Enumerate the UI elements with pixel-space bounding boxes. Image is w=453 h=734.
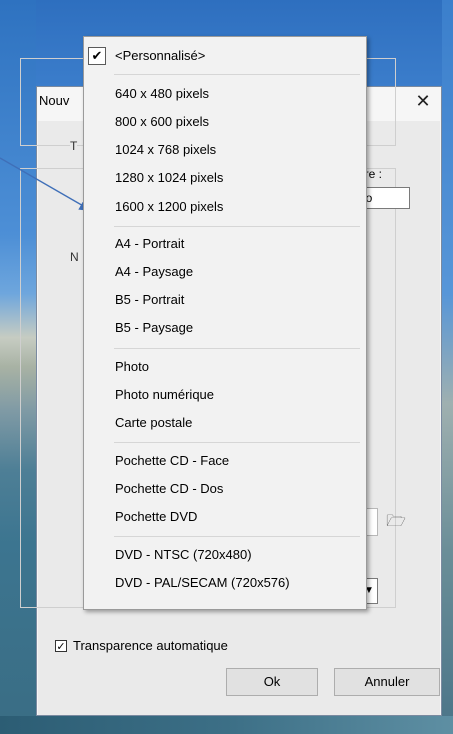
menu-item-800x600[interactable]: 800 x 600 pixels [115,109,209,135]
cancel-button[interactable]: Annuler [334,668,440,696]
checkmark-icon: ✔ [88,47,106,65]
menu-item-b5-landscape[interactable]: B5 - Paysage [115,315,193,341]
menu-item-cd-back[interactable]: Pochette CD - Dos [115,476,223,502]
menu-item-b5-portrait[interactable]: B5 - Portrait [115,287,184,313]
ok-button[interactable]: Ok [226,668,318,696]
menu-item-1600x1200[interactable]: 1600 x 1200 pixels [115,194,223,220]
close-icon[interactable]: ✕ [411,89,435,113]
menu-item-1024x768[interactable]: 1024 x 768 pixels [115,137,216,163]
options-group-title: N [70,250,79,264]
menu-item-640x480[interactable]: 640 x 480 pixels [115,81,209,107]
menu-item-dvd-cover[interactable]: Pochette DVD [115,504,197,530]
menu-separator [114,226,360,227]
menu-item-cd-front[interactable]: Pochette CD - Face [115,448,229,474]
desktop-background-right [442,0,453,734]
menu-item-postcard[interactable]: Carte postale [115,410,192,436]
menu-item-photo[interactable]: Photo [115,354,149,380]
menu-item-custom[interactable]: <Personnalisé> [115,43,205,69]
menu-separator [114,442,360,443]
desktop-background-bottom [0,716,453,734]
menu-item-dvd-pal[interactable]: DVD - PAL/SECAM (720x576) [115,570,290,596]
menu-separator [114,536,360,537]
page-size-dropdown-menu: ✔ <Personnalisé> 640 x 480 pixels 800 x … [83,36,367,610]
menu-item-digital-photo[interactable]: Photo numérique [115,382,214,408]
open-folder-icon[interactable]: 🗁 [384,510,408,534]
menu-item-a4-landscape[interactable]: A4 - Paysage [115,259,193,285]
transparency-label: Transparence automatique [73,638,228,653]
menu-item-1280x1024[interactable]: 1280 x 1024 pixels [115,165,223,191]
transparency-checkbox[interactable]: ✓ [55,639,67,653]
menu-separator [114,74,360,75]
menu-separator [114,348,360,349]
menu-item-dvd-ntsc[interactable]: DVD - NTSC (720x480) [115,542,252,568]
directory-field[interactable]: lo [360,187,410,209]
format-group-title: T [70,139,78,153]
transparency-checkbox-row[interactable]: ✓ Transparence automatique [55,638,228,653]
menu-item-a4-portrait[interactable]: A4 - Portrait [115,231,184,257]
